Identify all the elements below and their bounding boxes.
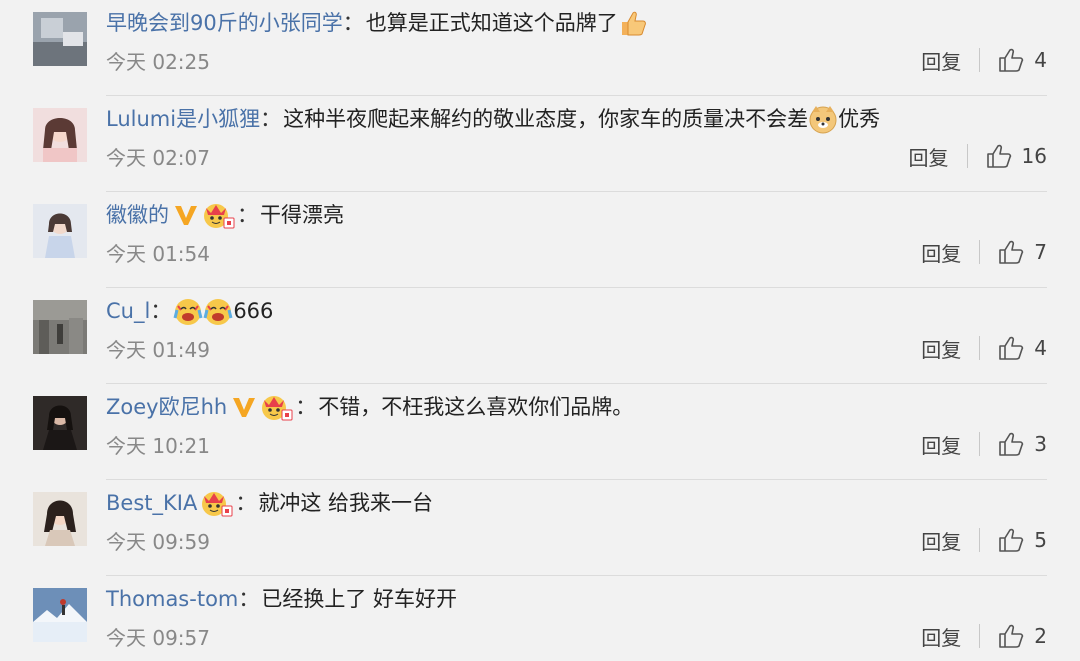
verified-v-icon bbox=[173, 202, 199, 228]
thumbs-up-outline-icon bbox=[999, 432, 1024, 456]
fan-badge-icon bbox=[203, 200, 235, 230]
like-button[interactable]: 7 bbox=[998, 239, 1047, 265]
like-button[interactable]: 3 bbox=[998, 431, 1047, 457]
comment-item: Thomas-tom ： 已经换上了 好车好开 今天 09:57 回复 2 bbox=[0, 576, 1080, 661]
thumbs-up-outline-icon bbox=[999, 336, 1024, 360]
separator: ： bbox=[238, 587, 260, 611]
reply-button[interactable]: 回复 bbox=[921, 622, 961, 651]
comment-text-suffix: 666 bbox=[233, 299, 274, 323]
username-link[interactable]: 早晚会到90斤的小张同学 bbox=[106, 6, 343, 40]
comment-item: Cu_l ： 666 今天 01:49 回复 4 bbox=[0, 288, 1080, 384]
comment-item: 早晚会到90斤的小张同学 ： 也算是正式知道这个品牌了 今天 02:25 回复 … bbox=[0, 0, 1080, 96]
comment-item: Best_KIA ： 就冲这 给我来一台 今天 09:59 回复 5 bbox=[0, 480, 1080, 576]
reply-button[interactable]: 回复 bbox=[921, 334, 961, 363]
fan-badge-icon bbox=[261, 392, 293, 422]
comment-time: 今天 01:49 bbox=[106, 338, 210, 362]
avatar[interactable] bbox=[33, 108, 87, 162]
divider bbox=[979, 240, 981, 264]
avatar[interactable] bbox=[33, 12, 87, 66]
separator: ： bbox=[150, 299, 172, 323]
comment-text: 也算是正式知道这个品牌了 bbox=[365, 11, 618, 35]
like-button[interactable]: 2 bbox=[998, 623, 1047, 649]
fan-badge-icon bbox=[201, 488, 233, 518]
like-count: 7 bbox=[1034, 240, 1047, 264]
reply-button[interactable]: 回复 bbox=[921, 46, 961, 75]
separator: ： bbox=[342, 11, 364, 35]
separator: ： bbox=[295, 395, 317, 419]
avatar[interactable] bbox=[33, 492, 87, 546]
like-count: 4 bbox=[1034, 336, 1047, 360]
separator: ： bbox=[260, 107, 282, 131]
reply-button[interactable]: 回复 bbox=[921, 526, 961, 555]
reply-button[interactable]: 回复 bbox=[909, 142, 949, 171]
separator: ： bbox=[237, 203, 258, 227]
username-link[interactable]: 徽徽的 bbox=[106, 198, 169, 232]
username-link[interactable]: Zoey欧尼hh bbox=[106, 390, 227, 424]
divider bbox=[979, 624, 981, 648]
comment-item: 徽徽的 ： 干得漂亮 今天 01:54 回复 7 bbox=[0, 192, 1080, 288]
like-button[interactable]: 5 bbox=[998, 527, 1047, 553]
verified-v-icon bbox=[231, 394, 257, 420]
comment-time: 今天 01:54 bbox=[106, 242, 210, 266]
divider bbox=[966, 144, 968, 168]
divider bbox=[979, 48, 981, 72]
username-link[interactable]: Best_KIA bbox=[106, 486, 197, 520]
comment-text: 已经换上了 好车好开 bbox=[261, 587, 458, 611]
thumbs-up-outline-icon bbox=[999, 48, 1024, 72]
comment-item: Zoey欧尼hh ： 不错，不枉我这么喜欢你们品牌。 今天 10:21 回复 3 bbox=[0, 384, 1080, 480]
comment-text: 干得漂亮 bbox=[260, 203, 344, 227]
comment-item: Lulumi是小狐狸 ： 这种半夜爬起来解约的敬业态度，你家车的质量决不会差 优… bbox=[0, 96, 1080, 192]
reply-button[interactable]: 回复 bbox=[921, 238, 961, 267]
separator: ： bbox=[235, 491, 257, 515]
comment-text: 就冲这 给我来一台 bbox=[258, 491, 434, 515]
avatar[interactable] bbox=[33, 396, 87, 450]
thumbs-up-outline-icon bbox=[999, 528, 1024, 552]
like-button[interactable]: 4 bbox=[998, 335, 1047, 361]
divider bbox=[979, 336, 981, 360]
comment-text-suffix: 优秀 bbox=[838, 107, 881, 131]
comment-text: 这种半夜爬起来解约的敬业态度，你家车的质量决不会差 bbox=[283, 107, 809, 131]
thumbs-up-outline-icon bbox=[999, 624, 1024, 648]
comment-time: 今天 02:07 bbox=[106, 146, 210, 170]
like-button[interactable]: 16 bbox=[986, 143, 1047, 169]
thumbs-up-outline-icon bbox=[986, 144, 1011, 168]
thumbs-up-icon bbox=[618, 8, 648, 38]
like-count: 16 bbox=[1021, 144, 1047, 168]
like-button[interactable]: 4 bbox=[998, 47, 1047, 73]
doge-face-icon bbox=[808, 104, 838, 134]
avatar[interactable] bbox=[33, 300, 87, 354]
avatar[interactable] bbox=[33, 204, 87, 258]
comment-time: 今天 09:59 bbox=[106, 530, 210, 554]
crying-laugh-icon bbox=[203, 296, 233, 326]
thumbs-up-outline-icon bbox=[999, 240, 1024, 264]
comment-time: 今天 10:21 bbox=[106, 434, 210, 458]
username-link[interactable]: Cu_l bbox=[106, 294, 150, 328]
like-count: 4 bbox=[1034, 48, 1047, 72]
username-link[interactable]: Thomas-tom bbox=[106, 582, 238, 616]
comment-time: 今天 09:57 bbox=[106, 626, 210, 650]
comment-time: 今天 02:25 bbox=[106, 50, 210, 74]
like-count: 2 bbox=[1034, 624, 1047, 648]
divider bbox=[979, 528, 981, 552]
reply-button[interactable]: 回复 bbox=[921, 430, 961, 459]
divider bbox=[979, 432, 981, 456]
comment-text: 不错，不枉我这么喜欢你们品牌。 bbox=[318, 395, 634, 419]
like-count: 5 bbox=[1034, 528, 1047, 552]
crying-laugh-icon bbox=[173, 296, 203, 326]
username-link[interactable]: Lulumi是小狐狸 bbox=[106, 102, 260, 136]
like-count: 3 bbox=[1034, 432, 1047, 456]
avatar[interactable] bbox=[33, 588, 87, 642]
